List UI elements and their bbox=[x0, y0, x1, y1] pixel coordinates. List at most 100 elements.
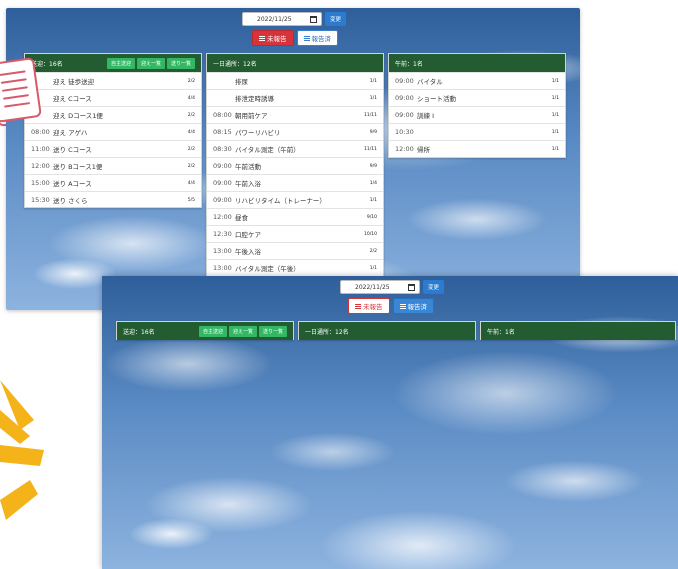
list-item[interactable]: 15:30 送り さくら 5/5 bbox=[25, 191, 201, 208]
report-toggle: 未報告 報告済 bbox=[252, 30, 338, 46]
unreported-label: 未報告 bbox=[267, 35, 287, 43]
date-input[interactable]: 2022/11/25 bbox=[340, 280, 420, 294]
change-button[interactable]: 変更 bbox=[325, 12, 347, 26]
item-count: 11/11 bbox=[364, 146, 377, 152]
list-item[interactable]: 09:00 午前活動 9/9 bbox=[207, 157, 383, 174]
reported-button[interactable]: 報告済 bbox=[392, 298, 434, 314]
reported-button[interactable]: 報告済 bbox=[296, 30, 338, 46]
list-item[interactable]: 08:30 バイタル測定（午前） 11/11 bbox=[207, 140, 383, 157]
transport-panel: 送迎：16名 自主送迎 迎え一覧 送り一覧 bbox=[116, 321, 294, 340]
unreported-label: 未報告 bbox=[363, 303, 383, 311]
notepad-sticker-front bbox=[0, 57, 42, 128]
list-item[interactable]: 15:00 送り Aコース 4/4 bbox=[25, 174, 201, 191]
unreported-button[interactable]: 未報告 bbox=[252, 30, 294, 46]
item-count: 5/5 bbox=[187, 197, 195, 203]
list-item[interactable]: 08:15 パワーリハビリ 9/9 bbox=[207, 123, 383, 140]
change-button[interactable]: 変更 bbox=[423, 280, 445, 294]
date-value: 2022/11/25 bbox=[355, 283, 390, 291]
dayservice-header: 一日通所：12名 bbox=[299, 322, 475, 340]
item-time: 08:30 bbox=[213, 145, 232, 153]
burst-decoration bbox=[0, 380, 44, 520]
item-time: 09:00 bbox=[395, 111, 414, 119]
item-name: 送り さくら bbox=[53, 197, 88, 205]
item-name: 午前活動 bbox=[235, 163, 261, 171]
item-count: 9/10 bbox=[366, 214, 377, 220]
transport-panel: 送迎：16名 自主送迎 迎え一覧 送り一覧 0迎え 徒歩送迎2/2 5迎え Cコ… bbox=[24, 53, 202, 208]
item-name: 排泄定時誘導 bbox=[235, 95, 274, 103]
morning-header: 午前：1名 bbox=[389, 54, 565, 72]
notepad-line bbox=[0, 70, 26, 76]
list-item[interactable]: 09:00 リハビリタイム（トレーナー） 1/1 bbox=[207, 191, 383, 208]
item-name: 迎え Cコース bbox=[53, 95, 92, 103]
list-item[interactable]: 12:00 昼食 9/10 bbox=[207, 208, 383, 225]
transport-header: 送迎：16名 自主送迎 迎え一覧 送り一覧 bbox=[25, 54, 201, 72]
list-item[interactable]: 09:00 バイタル 1/1 bbox=[389, 72, 565, 89]
item-count: 4/4 bbox=[187, 129, 195, 135]
date-bar: 2022/11/25 変更 bbox=[242, 12, 347, 26]
pickup-list-button[interactable]: 迎え一覧 bbox=[136, 57, 165, 69]
list-icon bbox=[259, 35, 265, 41]
item-time: 09:00 bbox=[213, 162, 232, 170]
item-time: 15:00 bbox=[31, 179, 50, 187]
reported-label: 報告済 bbox=[311, 35, 332, 43]
unreported-button[interactable]: 未報告 bbox=[348, 298, 390, 314]
item-name: 送り Bコース1便 bbox=[53, 163, 103, 171]
item-name: 午前入浴 bbox=[235, 180, 261, 188]
date-input[interactable]: 2022/11/25 bbox=[242, 12, 322, 26]
list-item[interactable]: 排泄定時誘導 1/1 bbox=[207, 89, 383, 106]
dropoff-list-button[interactable]: 送り一覧 bbox=[258, 325, 287, 337]
item-time: 11:00 bbox=[31, 145, 50, 153]
list-item[interactable]: 0迎え 徒歩送迎2/2 bbox=[25, 72, 201, 89]
notepad-line bbox=[2, 94, 29, 100]
item-count: 1/1 bbox=[551, 112, 559, 118]
item-time: 10:30 bbox=[395, 128, 414, 136]
item-name: パワーリハビリ bbox=[235, 129, 281, 137]
pickup-list-button[interactable]: 迎え一覧 bbox=[228, 325, 257, 337]
calendar-icon[interactable] bbox=[408, 283, 415, 291]
list-item[interactable]: 10:30 1/1 bbox=[389, 123, 565, 140]
list-item[interactable]: 13:00 午後入浴 2/2 bbox=[207, 242, 383, 259]
item-time: 09:00 bbox=[213, 196, 232, 204]
list-item[interactable]: 12:30 口腔ケア 10/10 bbox=[207, 225, 383, 242]
dropoff-list-button[interactable]: 送り一覧 bbox=[166, 57, 195, 69]
item-count: 4/4 bbox=[187, 95, 195, 101]
list-item[interactable]: 09:00 ショート活動 1/1 bbox=[389, 89, 565, 106]
transport-header: 送迎：16名 自主送迎 迎え一覧 送り一覧 bbox=[117, 322, 293, 340]
item-name: 朝用前ケア bbox=[235, 112, 268, 120]
item-name: バイタル測定（午後） bbox=[235, 265, 300, 273]
list-item[interactable]: 09:00 訓練 I 1/1 bbox=[389, 106, 565, 123]
item-time: 12:30 bbox=[213, 230, 232, 238]
item-time: 13:00 bbox=[213, 264, 232, 272]
item-time: 08:00 bbox=[31, 128, 50, 136]
item-time: 08:15 bbox=[213, 128, 232, 136]
morning-header: 午前：1名 bbox=[481, 322, 675, 340]
list-item[interactable]: 排尿 1/1 bbox=[207, 72, 383, 89]
item-count: 1/1 bbox=[551, 146, 559, 152]
reported-label: 報告済 bbox=[407, 303, 428, 311]
item-count: 2/2 bbox=[187, 78, 195, 84]
list-item[interactable]: 5迎え Cコース4/4 bbox=[25, 89, 201, 106]
list-item[interactable]: 11:00 送り Cコース 2/2 bbox=[25, 140, 201, 157]
item-time: 15:30 bbox=[31, 196, 50, 204]
item-count: 10/10 bbox=[364, 231, 377, 237]
list-item[interactable]: 08:00 朝用前ケア 11/11 bbox=[207, 106, 383, 123]
notepad-line bbox=[4, 102, 31, 108]
dayservice-header: 一日通所：12名 bbox=[207, 54, 383, 72]
self-transport-button[interactable]: 自主送迎 bbox=[106, 57, 135, 69]
screen-after: 2022/11/25 変更 未報告 報告済 送迎：16名 自主送迎 迎え一覧 送 bbox=[102, 276, 678, 569]
item-name: 訓練 I bbox=[417, 112, 434, 120]
list-item[interactable]: 12:00 帰所 1/1 bbox=[389, 140, 565, 157]
list-item[interactable]: 13:00 バイタル測定（午後） 1/1 bbox=[207, 259, 383, 276]
item-time: 09:00 bbox=[213, 179, 232, 187]
list-item[interactable]: 09:00 午前入浴 1/4 bbox=[207, 174, 383, 191]
item-count: 1/1 bbox=[551, 95, 559, 101]
list-item[interactable]: 08:00 迎え アゲハ 4/4 bbox=[25, 123, 201, 140]
item-count: 2/2 bbox=[187, 112, 195, 118]
list-item[interactable]: 12:00 送り Bコース1便 2/2 bbox=[25, 157, 201, 174]
calendar-icon[interactable] bbox=[310, 15, 317, 23]
item-count: 1/1 bbox=[551, 78, 559, 84]
item-time: 08:00 bbox=[213, 111, 232, 119]
list-item[interactable]: 迎え Dコース1便 2/2 bbox=[25, 106, 201, 123]
self-transport-button[interactable]: 自主送迎 bbox=[198, 325, 227, 337]
item-time: 09:00 bbox=[395, 94, 414, 102]
